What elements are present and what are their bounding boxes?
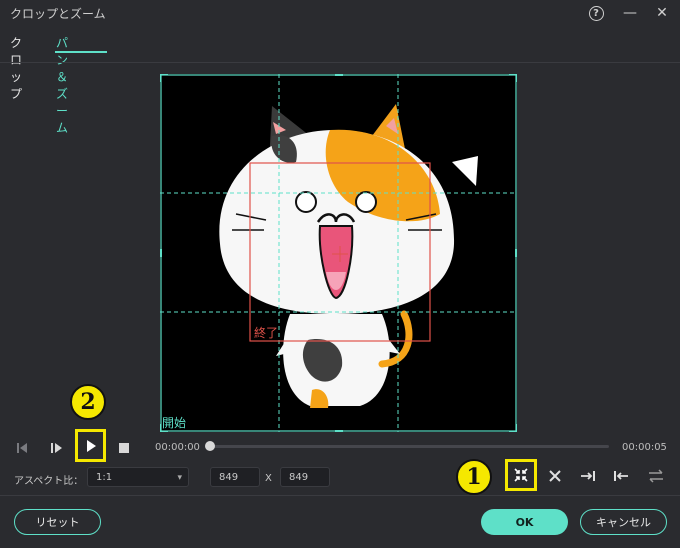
swap-arrows-icon bbox=[649, 469, 663, 483]
close-icon: ✕ bbox=[656, 5, 668, 21]
aspect-ratio-value: 1:1 bbox=[96, 472, 113, 483]
end-time: 00:00:05 bbox=[622, 442, 667, 453]
expand-button[interactable] bbox=[541, 462, 569, 490]
reset-button[interactable]: リセット bbox=[14, 509, 101, 535]
scrub-handle[interactable] bbox=[205, 441, 215, 451]
start-label: 開始 bbox=[162, 416, 187, 430]
minimize-icon: — bbox=[623, 5, 637, 21]
swap-zoom-button[interactable] bbox=[505, 459, 537, 491]
current-time: 00:00:00 bbox=[155, 442, 200, 453]
active-tab-indicator bbox=[55, 51, 107, 53]
to-end-button[interactable] bbox=[574, 462, 602, 490]
scrub-bar[interactable] bbox=[207, 445, 609, 448]
stop-icon bbox=[119, 443, 129, 453]
annotation-badge-1: 1 bbox=[456, 459, 492, 495]
step-back-button[interactable] bbox=[14, 440, 32, 456]
annotation-badge-2: 2 bbox=[70, 384, 106, 420]
aspect-ratio-label: アスペクト比： bbox=[14, 476, 84, 487]
window-title: クロップとズーム bbox=[10, 7, 106, 21]
tab-pan-zoom[interactable]: パン＆ズーム bbox=[56, 34, 69, 136]
step-forward-icon bbox=[51, 443, 62, 453]
swap-button[interactable] bbox=[642, 462, 670, 490]
help-button[interactable]: ? bbox=[585, 2, 607, 24]
close-button[interactable]: ✕ bbox=[651, 2, 673, 24]
swap-zoom-icon bbox=[514, 468, 528, 482]
divider bbox=[0, 495, 680, 496]
dimension-separator: X bbox=[265, 473, 272, 484]
title-bar: クロップとズーム ? — ✕ bbox=[0, 0, 680, 26]
to-start-icon bbox=[614, 471, 628, 481]
step-back-icon bbox=[17, 443, 27, 453]
tab-crop[interactable]: クロップ bbox=[10, 34, 22, 102]
preview-canvas[interactable]: 開始 終了 bbox=[158, 72, 519, 434]
play-button[interactable] bbox=[75, 429, 106, 462]
divider bbox=[0, 62, 680, 63]
to-start-button[interactable] bbox=[607, 462, 635, 490]
height-field[interactable]: 849 bbox=[280, 467, 330, 487]
expand-icon bbox=[549, 470, 561, 482]
width-field[interactable]: 849 bbox=[210, 467, 260, 487]
stop-button[interactable] bbox=[116, 440, 132, 456]
cancel-button[interactable]: キャンセル bbox=[580, 509, 667, 535]
step-forward-button[interactable] bbox=[48, 440, 66, 456]
ok-button[interactable]: OK bbox=[481, 509, 568, 535]
end-label: 終了 bbox=[254, 326, 279, 340]
help-icon: ? bbox=[588, 5, 604, 21]
to-end-icon bbox=[581, 471, 595, 481]
chevron-down-icon: ▾ bbox=[177, 473, 182, 483]
minimize-button[interactable]: — bbox=[619, 2, 641, 24]
aspect-ratio-select[interactable]: 1:1 ▾ bbox=[87, 467, 189, 487]
play-icon bbox=[86, 439, 96, 452]
cat-image bbox=[158, 72, 519, 434]
